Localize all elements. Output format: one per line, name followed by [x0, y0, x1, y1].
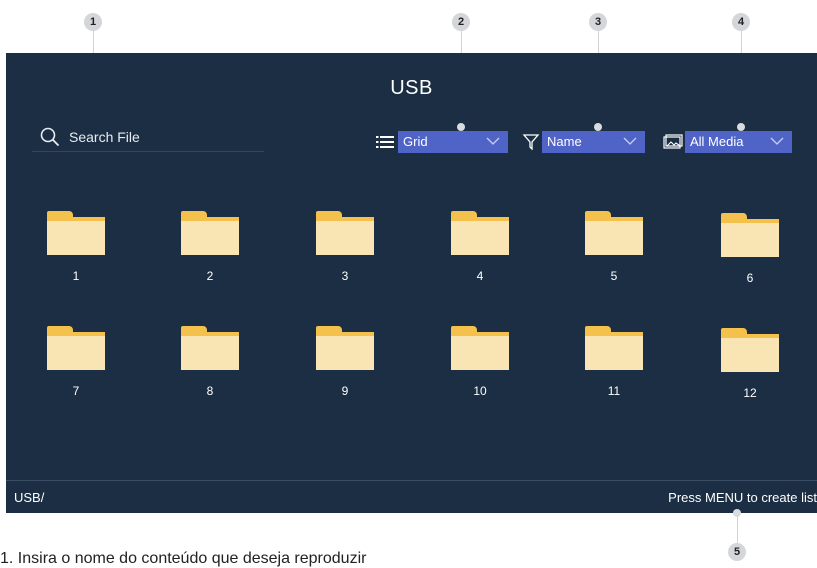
folder-label: 5: [610, 269, 618, 283]
callout-5: 5: [728, 543, 746, 561]
folder-item[interactable]: 3: [315, 211, 375, 283]
folder-label: 6: [746, 271, 754, 285]
folder-icon: [721, 328, 779, 372]
folder-icon: [451, 211, 509, 255]
folder-item[interactable]: 1: [46, 211, 106, 283]
folder-label: 7: [72, 384, 80, 398]
folder-label: 10: [473, 384, 487, 398]
folder-item[interactable]: 7: [46, 326, 106, 398]
chevron-down-icon: [623, 137, 637, 145]
folder-icon: [47, 326, 105, 370]
folder-item[interactable]: 2: [180, 211, 240, 283]
leader-line-5: [737, 515, 738, 543]
callout-4: 4: [732, 13, 750, 31]
folder-icon: [316, 211, 374, 255]
current-path: USB/: [14, 490, 45, 505]
leader-dot-4: [737, 123, 745, 131]
callout-1: 1: [84, 13, 102, 31]
folder-icon: [47, 211, 105, 255]
folder-label: 4: [476, 269, 484, 283]
caption-text: 1. Insira o nome do conteúdo que deseja …: [0, 550, 367, 567]
folder-icon: [451, 326, 509, 370]
list-icon: [376, 136, 394, 148]
folder-label: 9: [341, 384, 349, 398]
search-icon: [40, 127, 60, 147]
chevron-down-icon: [486, 137, 500, 145]
media-filter-value: All Media: [690, 134, 744, 149]
sort-value: Name: [547, 134, 582, 149]
folder-icon: [316, 326, 374, 370]
folder-item[interactable]: 4: [450, 211, 510, 283]
menu-hint: Press MENU to create list: [668, 490, 817, 505]
folder-icon: [585, 326, 643, 370]
folder-item[interactable]: 8: [180, 326, 240, 398]
sort-dropdown[interactable]: Name: [542, 131, 645, 153]
search-label: Search File: [69, 129, 140, 145]
page-title: USB: [390, 77, 433, 99]
folder-label: 12: [743, 386, 757, 400]
search-input[interactable]: Search File: [32, 121, 264, 152]
image-icon: [663, 134, 683, 149]
folder-label: 2: [206, 269, 214, 283]
folder-label: 1: [72, 269, 80, 283]
filter-icon: [522, 134, 540, 150]
folder-label: 8: [206, 384, 214, 398]
folder-label: 11: [607, 384, 621, 398]
folder-icon: [585, 211, 643, 255]
callout-2: 2: [452, 13, 470, 31]
folder-item[interactable]: 12: [720, 328, 780, 400]
media-filter-dropdown[interactable]: All Media: [685, 131, 792, 153]
view-mode-value: Grid: [403, 134, 428, 149]
folder-item[interactable]: 9: [315, 326, 375, 398]
folder-item[interactable]: 5: [584, 211, 644, 283]
leader-dot-3: [594, 123, 602, 131]
usb-browser-screen: USB Search File Grid Name All Media 1 2 …: [6, 53, 817, 513]
folder-icon: [181, 211, 239, 255]
status-bar: USB/ Press MENU to create list: [6, 480, 817, 513]
folder-item[interactable]: 11: [584, 326, 644, 398]
folder-label: 3: [341, 269, 349, 283]
folder-icon: [181, 326, 239, 370]
folder-item[interactable]: 6: [720, 213, 780, 285]
folder-icon: [721, 213, 779, 257]
callout-3: 3: [589, 13, 607, 31]
view-mode-dropdown[interactable]: Grid: [398, 131, 508, 153]
leader-dot-2: [457, 123, 465, 131]
chevron-down-icon: [770, 137, 784, 145]
folder-item[interactable]: 10: [450, 326, 510, 398]
